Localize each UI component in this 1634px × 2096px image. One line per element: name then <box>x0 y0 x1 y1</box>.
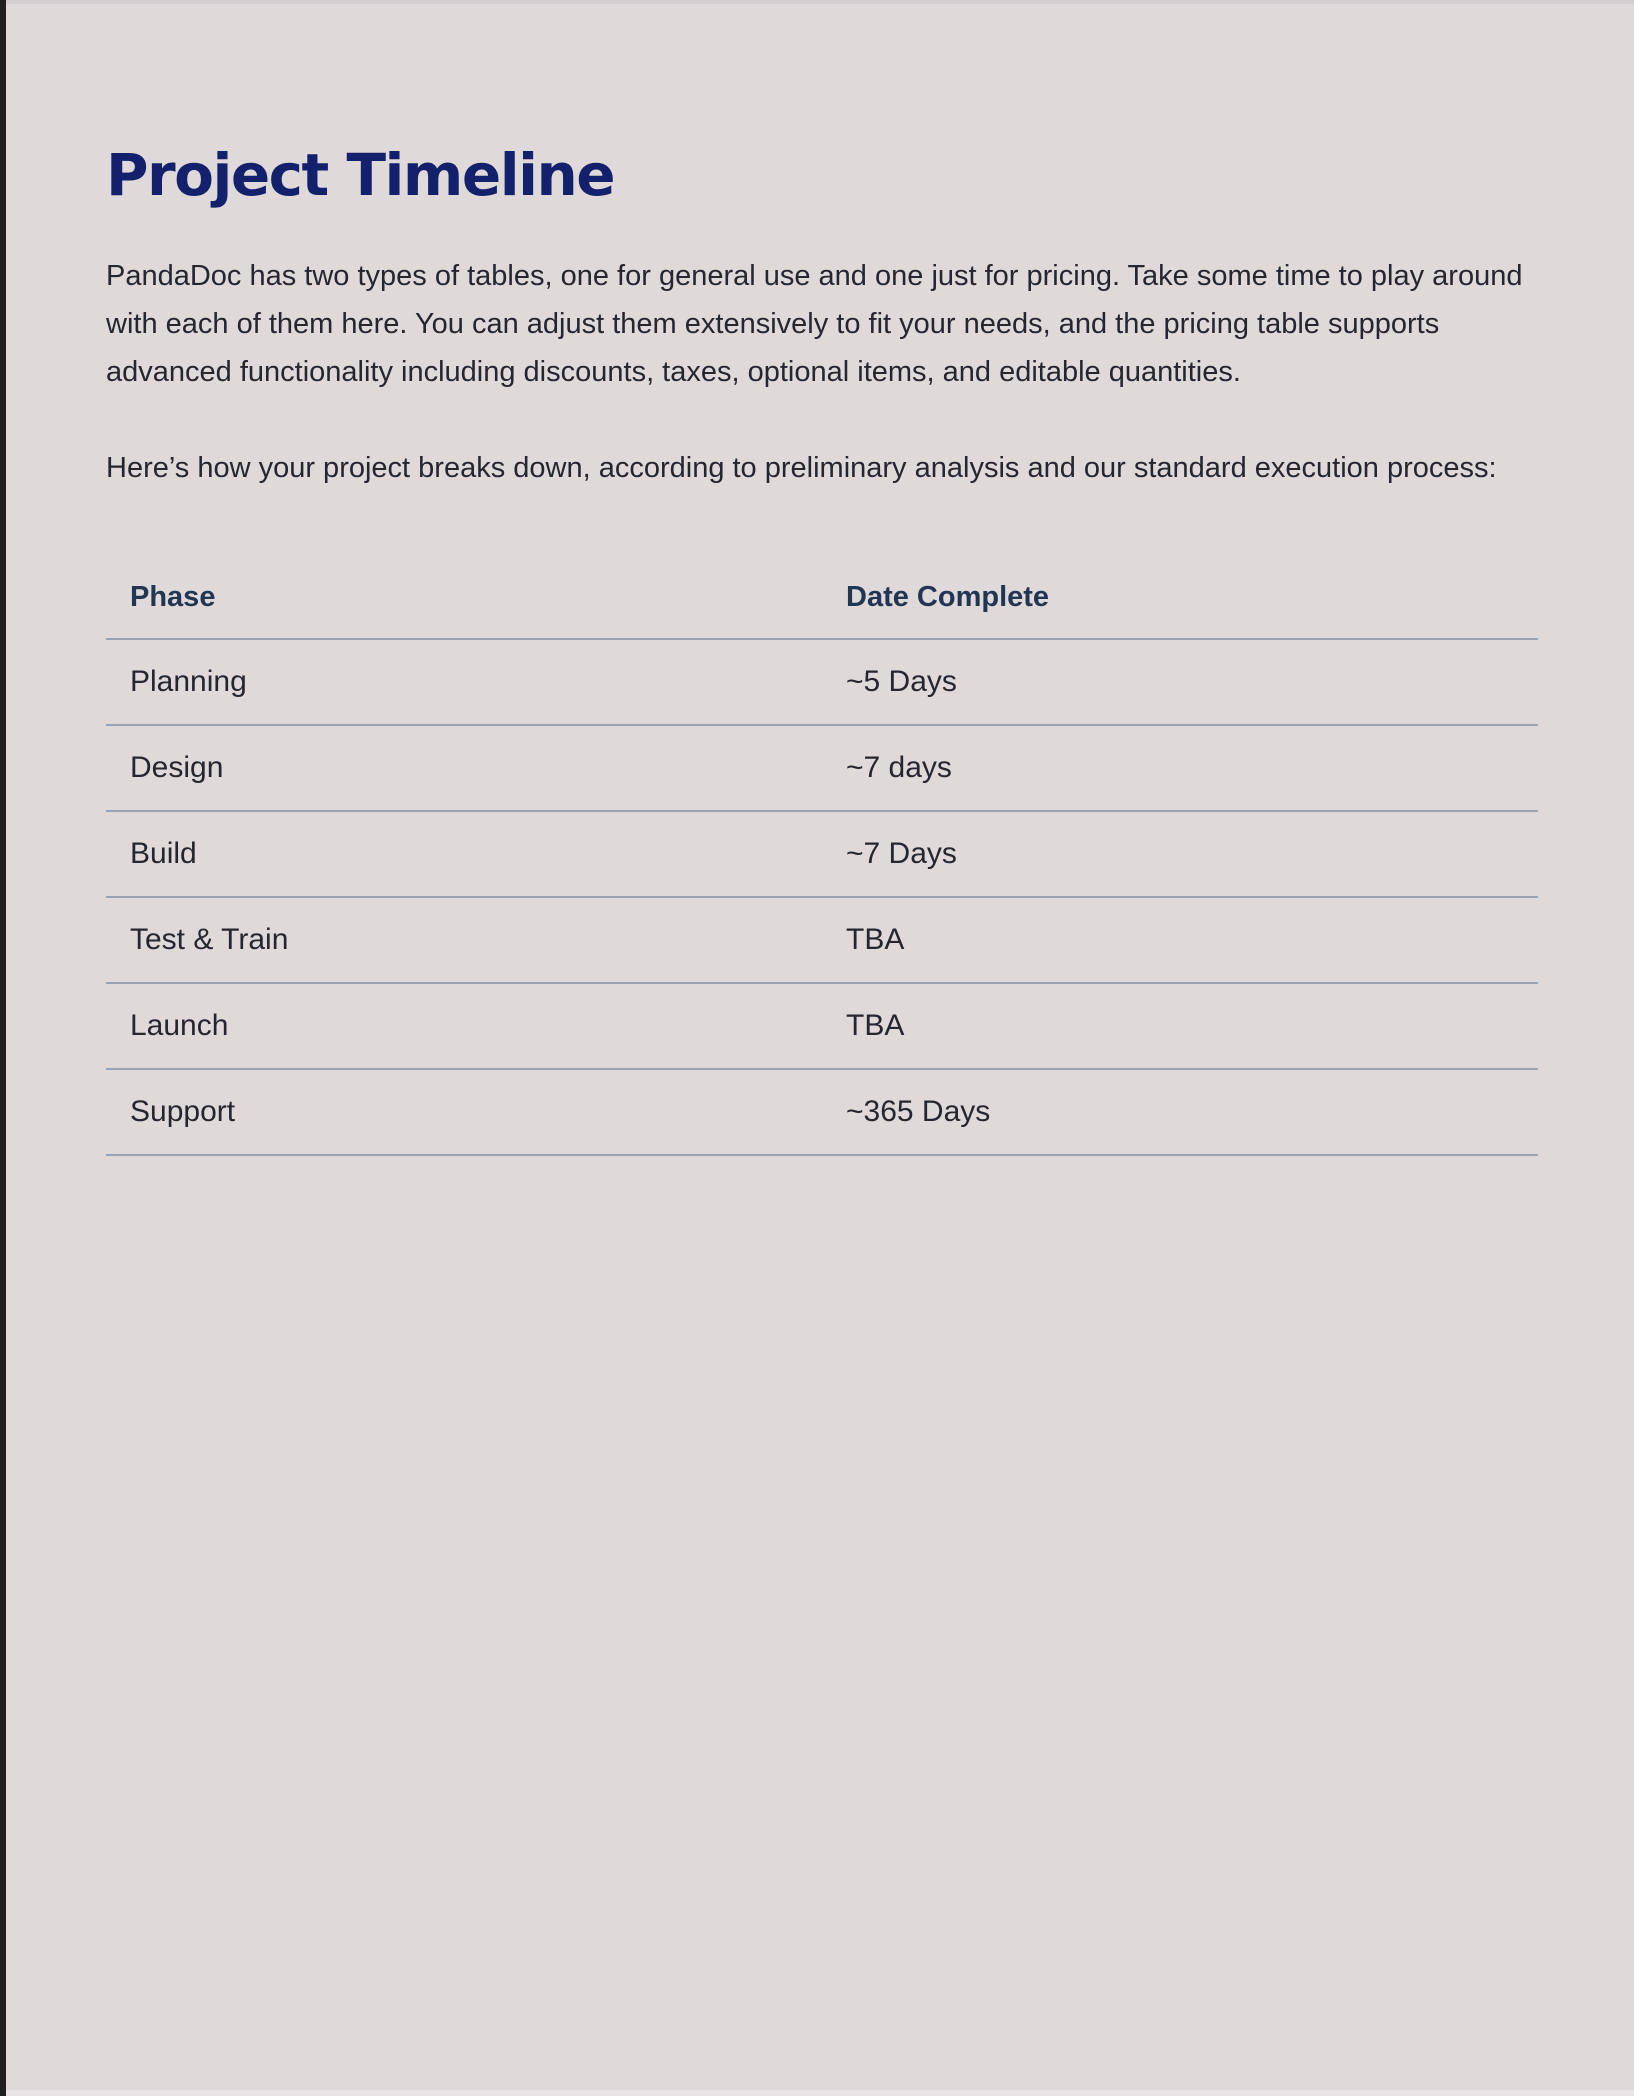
timeline-table: Phase Date Complete Planning ~5 Days Des… <box>106 556 1538 1156</box>
date-complete-cell: TBA <box>822 897 1538 984</box>
table-row: Build ~7 Days <box>106 811 1538 898</box>
column-header-phase: Phase <box>106 556 822 640</box>
date-complete-cell: TBA <box>822 983 1538 1070</box>
phase-cell: Design <box>106 725 822 812</box>
table-header-row: Phase Date Complete <box>106 556 1538 640</box>
table-row: Planning ~5 Days <box>106 639 1538 726</box>
phase-cell: Planning <box>106 639 822 726</box>
date-complete-cell: ~7 Days <box>822 811 1538 898</box>
date-complete-cell: ~7 days <box>822 725 1538 812</box>
table-row: Design ~7 days <box>106 725 1538 812</box>
column-header-date-complete: Date Complete <box>822 556 1538 640</box>
date-complete-cell: ~5 Days <box>822 639 1538 726</box>
intro-paragraph: PandaDoc has two types of tables, one fo… <box>106 260 1523 388</box>
window-left-edge <box>0 0 6 2096</box>
phase-cell: Launch <box>106 983 822 1070</box>
date-complete-cell: ~365 Days <box>822 1069 1538 1156</box>
document-page: Project Timeline PandaDoc has two types … <box>106 128 1538 1156</box>
phase-cell: Build <box>106 811 822 898</box>
window-top-edge <box>6 0 1634 4</box>
phase-cell: Support <box>106 1069 822 1156</box>
table-row: Support ~365 Days <box>106 1069 1538 1156</box>
page-title: Project Timeline <box>106 141 616 209</box>
phase-cell: Test & Train <box>106 897 822 984</box>
table-row: Test & Train TBA <box>106 897 1538 984</box>
table-row: Launch TBA <box>106 983 1538 1070</box>
process-paragraph: Here’s how your project breaks down, acc… <box>106 452 1497 484</box>
window-bottom-edge <box>6 2090 1634 2096</box>
